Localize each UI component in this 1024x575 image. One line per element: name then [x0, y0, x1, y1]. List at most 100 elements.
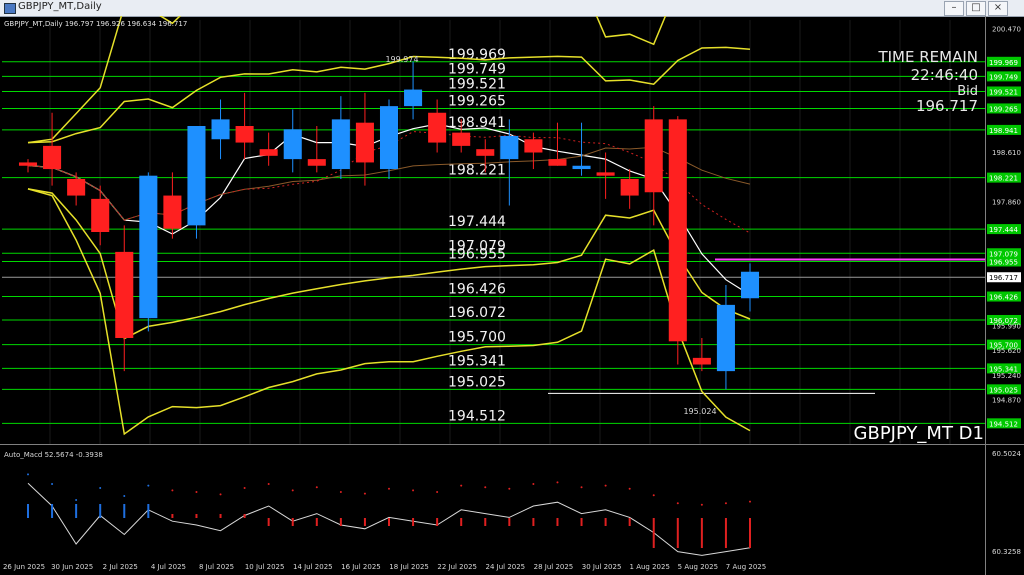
- macd-dot: [484, 486, 487, 489]
- bear-candle: [668, 119, 687, 342]
- macd-dot: [700, 503, 703, 506]
- macd-dot: [508, 487, 511, 490]
- window-title: GBPJPY_MT,Daily: [18, 1, 102, 12]
- macd-dot: [460, 484, 463, 487]
- price-tick: 195.240: [992, 372, 1021, 380]
- price-chart[interactable]: 199.969 199.969199.749 199.749199.521 199.5…: [0, 16, 1024, 575]
- bid-tag-text: 196.717: [989, 274, 1018, 282]
- level-tag-text: 194.512: [989, 420, 1018, 428]
- bear-candle: [91, 198, 110, 232]
- date-tick: 16 Jul 2025: [341, 563, 381, 571]
- macd-dot: [267, 483, 270, 485]
- bear-candle: [18, 162, 38, 166]
- date-tick: 30 Jul 2025: [582, 563, 622, 571]
- maximize-button[interactable]: □: [966, 1, 986, 16]
- macd-dot: [219, 493, 222, 496]
- bull-candle: [404, 89, 423, 107]
- macd-dot: [532, 483, 535, 485]
- chart-window: GBPJPY_MT,Daily – □ × 199.969 199.969 199.…: [0, 0, 1024, 575]
- macd-dot: [628, 487, 631, 490]
- macd-dot: [412, 489, 415, 492]
- bid-value: 196.717: [916, 97, 978, 115]
- level-label: 194.512: [448, 408, 506, 424]
- date-tick: 4 Jul 2025: [151, 563, 186, 571]
- level-label: 196.072: [448, 305, 506, 321]
- level-label: 195.341: [448, 353, 506, 369]
- bear-candle: [307, 159, 326, 166]
- level-label: 198.221: [448, 163, 506, 179]
- date-tick: 24 Jul 2025: [486, 563, 526, 571]
- bear-candle: [163, 195, 182, 229]
- level-label: 195.025: [448, 374, 506, 390]
- level-label: 199.265: [448, 93, 506, 109]
- bear-candle: [476, 149, 495, 156]
- time-remain-value: 22:46:40: [911, 66, 978, 84]
- macd-dot: [652, 494, 655, 497]
- level-tag-text: 195.025: [989, 386, 1018, 394]
- bear-candle: [115, 251, 134, 338]
- bull-candle: [572, 165, 591, 170]
- macd-axis-bottom: 60.3258: [992, 548, 1021, 556]
- bull-candle: [740, 271, 760, 299]
- price-tick: 195.620: [992, 347, 1021, 355]
- title-bar: GBPJPY_MT,Daily – □ ×: [0, 0, 1024, 17]
- date-tick: 18 Jul 2025: [389, 563, 429, 571]
- bull-candle: [379, 106, 399, 170]
- macd-dot: [27, 473, 29, 476]
- minimize-button[interactable]: –: [944, 1, 964, 16]
- level-tag-text: 198.941: [989, 127, 1018, 135]
- bear-candle: [428, 112, 447, 143]
- bear-candle: [452, 132, 471, 146]
- bear-candle: [43, 145, 62, 170]
- bear-candle: [692, 357, 711, 365]
- bull-candle: [139, 175, 158, 319]
- date-tick: 1 Aug 2025: [630, 563, 670, 571]
- level-tag-text: 196.955: [989, 258, 1018, 266]
- date-tick: 2 Jul 2025: [103, 563, 138, 571]
- symbol-header: GBPJPY_MT,Daily 196.797 196.926 196.634 …: [4, 20, 187, 28]
- level-label: 197.444: [448, 214, 506, 230]
- macd-dot: [436, 491, 439, 493]
- macd-dot: [339, 491, 342, 493]
- price-tick: 194.870: [992, 397, 1021, 405]
- level-label: 196.426: [448, 282, 506, 298]
- macd-dot: [724, 502, 727, 505]
- bear-candle: [596, 172, 615, 176]
- date-tick: 5 Aug 2025: [678, 563, 718, 571]
- macd-dot: [291, 489, 294, 492]
- macd-dot: [749, 500, 751, 503]
- date-tick: 28 Jul 2025: [534, 563, 574, 571]
- bull-candle: [283, 129, 302, 160]
- bear-candle: [524, 139, 543, 153]
- date-tick: 30 Jun 2025: [51, 563, 93, 571]
- bull-candle: [211, 119, 230, 140]
- bull-candle: [331, 119, 350, 170]
- level-tag-text: 199.969: [989, 59, 1018, 67]
- bull-candle: [716, 304, 735, 372]
- macd-dot: [315, 486, 318, 489]
- high-price-label: 199.974: [385, 55, 418, 64]
- macd-dot: [99, 487, 102, 489]
- macd-dot: [123, 495, 126, 497]
- level-label: 196.955: [448, 246, 506, 262]
- level-label: 195.700: [448, 330, 506, 346]
- date-tick: 10 Jul 2025: [245, 563, 285, 571]
- date-tick: 8 Jul 2025: [199, 563, 234, 571]
- level-tag-text: 198.221: [989, 175, 1018, 183]
- level-tag-text: 199.521: [989, 88, 1018, 96]
- symbol-caption: GBPJPY_MT D1: [854, 423, 984, 444]
- macd-dot: [195, 491, 198, 493]
- bull-candle: [500, 135, 519, 160]
- macd-dot: [51, 483, 54, 485]
- macd-dot: [580, 486, 583, 489]
- macd-dot: [556, 481, 559, 484]
- bear-candle: [548, 159, 567, 166]
- bull-candle: [187, 126, 206, 226]
- close-button[interactable]: ×: [988, 1, 1008, 16]
- macd-dot: [147, 484, 150, 487]
- price-tick: 200.470: [992, 26, 1021, 34]
- date-tick: 7 Aug 2025: [726, 563, 766, 571]
- macd-dot: [363, 492, 366, 495]
- macd-dot: [171, 489, 174, 492]
- level-tag-text: 196.426: [989, 294, 1018, 302]
